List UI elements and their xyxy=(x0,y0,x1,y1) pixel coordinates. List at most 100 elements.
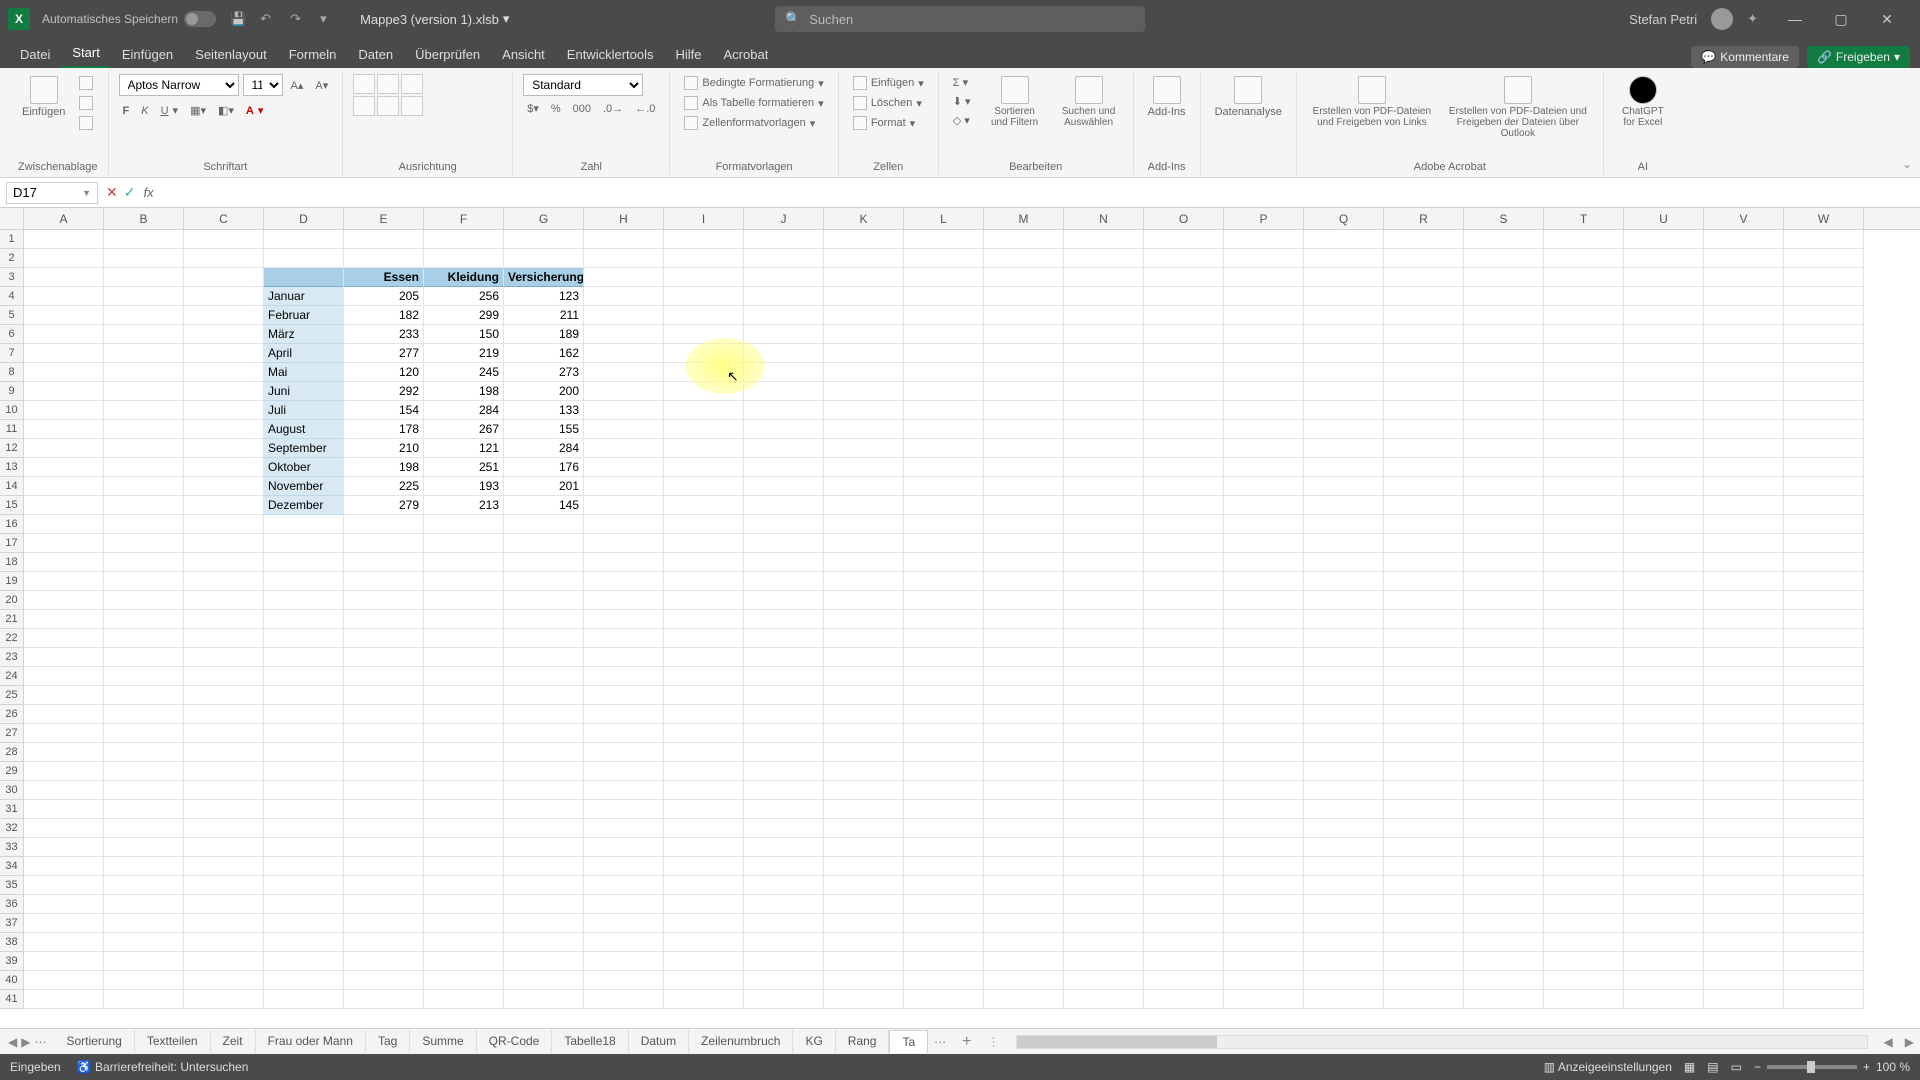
close-button[interactable]: ✕ xyxy=(1864,0,1910,38)
cell-A38[interactable] xyxy=(24,933,104,952)
cell-G17[interactable] xyxy=(504,534,584,553)
cell-N9[interactable] xyxy=(1064,382,1144,401)
cell-O19[interactable] xyxy=(1144,572,1224,591)
cell-A33[interactable] xyxy=(24,838,104,857)
cell-D9[interactable]: Juni xyxy=(264,382,344,401)
cell-P40[interactable] xyxy=(1224,971,1304,990)
cell-J23[interactable] xyxy=(744,648,824,667)
sheet-tab-tabelle18[interactable]: Tabelle18 xyxy=(552,1030,628,1053)
cell-U22[interactable] xyxy=(1624,629,1704,648)
cell-L8[interactable] xyxy=(904,363,984,382)
cell-M25[interactable] xyxy=(984,686,1064,705)
cell-I23[interactable] xyxy=(664,648,744,667)
cell-H30[interactable] xyxy=(584,781,664,800)
cell-J14[interactable] xyxy=(744,477,824,496)
cell-M16[interactable] xyxy=(984,515,1064,534)
notifications-icon[interactable]: ✦ xyxy=(1747,11,1758,27)
row-header-41[interactable]: 41 xyxy=(0,990,24,1009)
menu-tab-acrobat[interactable]: Acrobat xyxy=(714,41,779,68)
formula-input[interactable] xyxy=(160,182,1920,204)
cell-W2[interactable] xyxy=(1784,249,1864,268)
cell-H8[interactable] xyxy=(584,363,664,382)
cell-F29[interactable] xyxy=(424,762,504,781)
cell-M6[interactable] xyxy=(984,325,1064,344)
cell-M27[interactable] xyxy=(984,724,1064,743)
cell-Q15[interactable] xyxy=(1304,496,1384,515)
cell-A17[interactable] xyxy=(24,534,104,553)
cell-N23[interactable] xyxy=(1064,648,1144,667)
cell-U28[interactable] xyxy=(1624,743,1704,762)
cell-P6[interactable] xyxy=(1224,325,1304,344)
cell-S3[interactable] xyxy=(1464,268,1544,287)
cell-Q29[interactable] xyxy=(1304,762,1384,781)
cell-U41[interactable] xyxy=(1624,990,1704,1009)
cell-K21[interactable] xyxy=(824,610,904,629)
cell-O31[interactable] xyxy=(1144,800,1224,819)
percent-button[interactable]: % xyxy=(547,101,565,117)
avatar[interactable] xyxy=(1711,8,1733,30)
cell-V11[interactable] xyxy=(1704,420,1784,439)
cell-M41[interactable] xyxy=(984,990,1064,1009)
cell-H13[interactable] xyxy=(584,458,664,477)
pdf-links-button[interactable]: Erstellen von PDF-Dateien und Freigeben … xyxy=(1307,74,1437,130)
cell-S33[interactable] xyxy=(1464,838,1544,857)
cell-G11[interactable]: 155 xyxy=(504,420,584,439)
cell-L16[interactable] xyxy=(904,515,984,534)
cell-V39[interactable] xyxy=(1704,952,1784,971)
cell-K37[interactable] xyxy=(824,914,904,933)
cell-L40[interactable] xyxy=(904,971,984,990)
cell-J27[interactable] xyxy=(744,724,824,743)
cell-J17[interactable] xyxy=(744,534,824,553)
cell-B26[interactable] xyxy=(104,705,184,724)
cell-F8[interactable]: 245 xyxy=(424,363,504,382)
cell-A27[interactable] xyxy=(24,724,104,743)
menu-tab-hilfe[interactable]: Hilfe xyxy=(666,41,712,68)
cell-I24[interactable] xyxy=(664,667,744,686)
row-header-25[interactable]: 25 xyxy=(0,686,24,705)
cell-K7[interactable] xyxy=(824,344,904,363)
zoom-control[interactable]: − + 100 % xyxy=(1754,1060,1910,1074)
cell-I19[interactable] xyxy=(664,572,744,591)
cell-P8[interactable] xyxy=(1224,363,1304,382)
cell-N27[interactable] xyxy=(1064,724,1144,743)
cell-D34[interactable] xyxy=(264,857,344,876)
cell-V26[interactable] xyxy=(1704,705,1784,724)
cell-A3[interactable] xyxy=(24,268,104,287)
cell-F31[interactable] xyxy=(424,800,504,819)
cell-E13[interactable]: 198 xyxy=(344,458,424,477)
row-header-2[interactable]: 2 xyxy=(0,249,24,268)
cell-I5[interactable] xyxy=(664,306,744,325)
cell-H38[interactable] xyxy=(584,933,664,952)
cell-I41[interactable] xyxy=(664,990,744,1009)
cell-F10[interactable]: 284 xyxy=(424,401,504,420)
cell-R17[interactable] xyxy=(1384,534,1464,553)
cell-B5[interactable] xyxy=(104,306,184,325)
cell-I32[interactable] xyxy=(664,819,744,838)
cell-N15[interactable] xyxy=(1064,496,1144,515)
cell-W26[interactable] xyxy=(1784,705,1864,724)
cell-P5[interactable] xyxy=(1224,306,1304,325)
cell-F9[interactable]: 198 xyxy=(424,382,504,401)
cell-N8[interactable] xyxy=(1064,363,1144,382)
row-header-7[interactable]: 7 xyxy=(0,344,24,363)
cell-U25[interactable] xyxy=(1624,686,1704,705)
cell-S12[interactable] xyxy=(1464,439,1544,458)
pdf-outlook-button[interactable]: Erstellen von PDF-Dateien und Freigeben … xyxy=(1443,74,1593,141)
cell-I7[interactable] xyxy=(664,344,744,363)
col-header-S[interactable]: S xyxy=(1464,208,1544,229)
cell-D30[interactable] xyxy=(264,781,344,800)
cell-M26[interactable] xyxy=(984,705,1064,724)
cell-B30[interactable] xyxy=(104,781,184,800)
cell-U31[interactable] xyxy=(1624,800,1704,819)
cell-O21[interactable] xyxy=(1144,610,1224,629)
cell-E25[interactable] xyxy=(344,686,424,705)
cell-D39[interactable] xyxy=(264,952,344,971)
cell-F17[interactable] xyxy=(424,534,504,553)
cell-L5[interactable] xyxy=(904,306,984,325)
cell-C35[interactable] xyxy=(184,876,264,895)
cell-N39[interactable] xyxy=(1064,952,1144,971)
cell-M8[interactable] xyxy=(984,363,1064,382)
cell-J11[interactable] xyxy=(744,420,824,439)
cell-M7[interactable] xyxy=(984,344,1064,363)
cell-D37[interactable] xyxy=(264,914,344,933)
